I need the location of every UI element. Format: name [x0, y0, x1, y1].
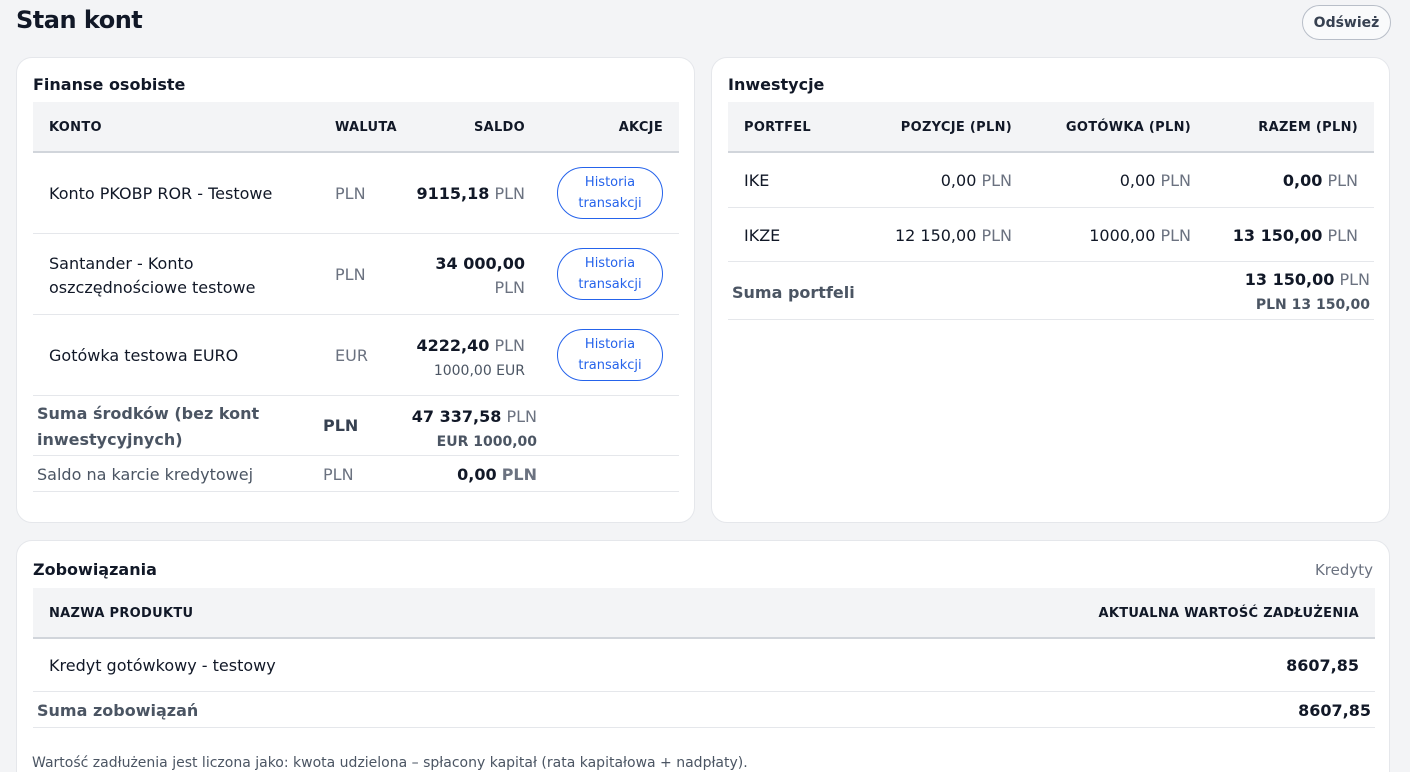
portfolio-total: 0,00 PLN — [1282, 171, 1358, 190]
history-button[interactable]: Historia transakcji — [557, 167, 663, 219]
account-name: Konto PKOBP ROR - Testowe — [49, 184, 273, 203]
portfolio-name: IKZE — [744, 226, 781, 245]
table-row: Santander - Konto oszczędnościowe testowe… — [33, 234, 679, 315]
sum-label: Suma środków (bez kont inwestycyjnych) — [37, 404, 260, 449]
account-balance: 34 000,00 PLN — [435, 254, 525, 297]
page-title: Stan kont — [16, 6, 143, 34]
col-konto: KONTO — [49, 120, 102, 135]
table-row: Konto PKOBP ROR - Testowe PLN 9115,18 PL… — [33, 153, 679, 234]
col-gotowka: GOTÓWKA (PLN) — [1065, 120, 1191, 135]
account-name: Gotówka testowa EURO — [49, 346, 239, 365]
credit-card-row: Saldo na karcie kredytowej PLN 0,00 PLN — [33, 456, 679, 492]
personal-finance-title: Finanse osobiste — [33, 75, 186, 94]
sum-row: Suma zobowiązań 8607,85 — [33, 692, 1375, 728]
sum-value: 13 150,00 PLN PLN 13 150,00 — [1244, 270, 1370, 313]
history-button[interactable]: Historia transakcji — [557, 248, 663, 300]
table-row: Gotówka testowa EURO EUR 4222,40 PLN 100… — [33, 315, 679, 396]
investments-title: Inwestycje — [728, 75, 825, 94]
personal-finance-card: Finanse osobiste KONTO WALUTA SALDO AKCJ… — [16, 57, 695, 523]
account-name: Santander - Konto oszczędnościowe testowe — [49, 254, 256, 297]
col-product-name: NAZWA PRODUKTU — [49, 606, 194, 621]
liabilities-card: Zobowiązania Kredyty NAZWA PRODUKTU AKTU… — [16, 540, 1390, 772]
account-currency: PLN — [335, 265, 366, 284]
investments-card: Inwestycje PORTFEL POZYCJE (PLN) GOTÓWKA… — [711, 57, 1390, 523]
col-debt-value: AKTUALNA WARTOŚĆ ZADŁUŻENIA — [1098, 606, 1359, 621]
credits-link[interactable]: Kredyty — [1315, 561, 1373, 579]
col-akcje: AKCJE — [618, 120, 663, 135]
table-row: IKZE 12 150,00 PLN 1000,00 PLN 13 150,00… — [728, 208, 1374, 262]
table-row: Kredyt gotówkowy - testowy 8607,85 — [33, 639, 1375, 692]
portfolio-positions: 0,00 PLN — [940, 171, 1012, 190]
sum-currency: PLN — [323, 416, 359, 435]
account-balance: 9115,18 PLN — [416, 184, 526, 203]
sum-row: Suma środków (bez kont inwestycyjnych) PL… — [33, 396, 679, 456]
credit-card-currency: PLN — [323, 465, 354, 484]
portfolio-cash: 0,00 PLN — [1119, 171, 1191, 190]
refresh-button[interactable]: Odśwież — [1302, 5, 1391, 40]
product-name: Kredyt gotówkowy - testowy — [49, 656, 276, 675]
sum-label: Suma zobowiązań — [37, 701, 199, 720]
portfolio-total: 13 150,00 PLN — [1232, 226, 1358, 245]
account-currency: PLN — [335, 184, 366, 203]
sum-value: 47 337,58 PLN EUR 1000,00 — [411, 407, 537, 450]
credit-card-label: Saldo na karcie kredytowej — [37, 465, 254, 484]
table-row: IKE 0,00 PLN 0,00 PLN 0,00 PLN — [728, 153, 1374, 208]
credit-card-value: 0,00 PLN — [457, 465, 537, 484]
col-waluta: WALUTA — [335, 120, 397, 135]
portfolio-positions: 12 150,00 PLN — [894, 226, 1012, 245]
account-balance: 4222,40 PLN 1000,00 EUR — [416, 336, 526, 379]
sum-value: 8607,85 — [1298, 701, 1371, 720]
account-currency: EUR — [335, 346, 368, 365]
debt-value: 8607,85 — [1286, 656, 1359, 675]
col-pozycje: POZYCJE (PLN) — [900, 120, 1012, 135]
portfolio-name: IKE — [744, 171, 770, 190]
sum-label: Suma portfeli — [732, 283, 855, 302]
col-razem: RAZEM (PLN) — [1258, 120, 1358, 135]
col-saldo: SALDO — [473, 120, 525, 135]
personal-table-header: KONTO WALUTA SALDO AKCJE — [33, 102, 679, 153]
liabilities-table-header: NAZWA PRODUKTU AKTUALNA WARTOŚĆ ZADŁUŻEN… — [33, 588, 1375, 639]
debt-footnote: Wartość zadłużenia jest liczona jako: kw… — [32, 755, 748, 771]
col-portfel: PORTFEL — [744, 120, 812, 135]
sum-row: Suma portfeli 13 150,00 PLN PLN 13 150,0… — [728, 262, 1374, 320]
investments-table-header: PORTFEL POZYCJE (PLN) GOTÓWKA (PLN) RAZE… — [728, 102, 1374, 153]
history-button[interactable]: Historia transakcji — [557, 329, 663, 381]
liabilities-title: Zobowiązania — [33, 560, 157, 579]
portfolio-cash: 1000,00 PLN — [1089, 226, 1191, 245]
